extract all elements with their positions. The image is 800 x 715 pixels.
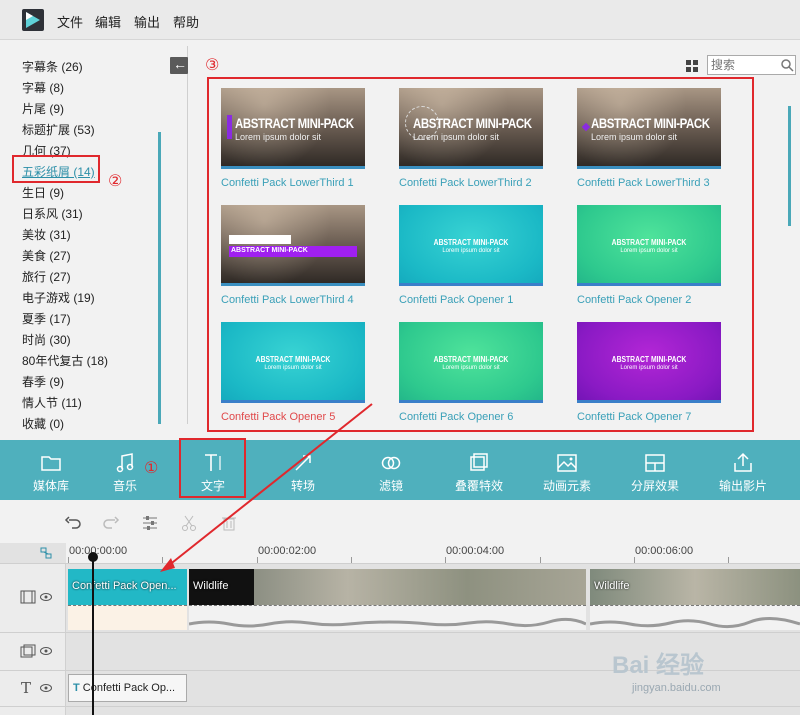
watermark-url: jingyan.baidu.com <box>632 682 721 694</box>
category-item[interactable]: 80年代复古 (18) <box>22 352 108 369</box>
text-track-icon: T <box>21 679 32 697</box>
category-item[interactable]: 字幕 (8) <box>22 79 64 96</box>
playhead-handle[interactable] <box>88 552 98 562</box>
timeline-clip-wildlife[interactable]: Wildlife <box>189 569 586 605</box>
clip-label: Wildlife <box>193 580 229 592</box>
watermark-logo: Bai 经验 <box>612 652 705 679</box>
pip-track-icon <box>20 644 36 658</box>
audio-waveform-2 <box>589 605 800 630</box>
category-item[interactable]: 标题扩展 (53) <box>22 121 95 138</box>
track-headers <box>0 563 66 715</box>
grid-view-icon[interactable] <box>686 60 698 72</box>
timeline-clip-text[interactable]: T Confetti Pack Op... <box>68 674 187 702</box>
edit-toolbar <box>0 505 800 543</box>
toolbar-item[interactable]: 叠覆特效 <box>444 440 514 500</box>
toolbar-item-label: 分屏效果 <box>630 479 679 493</box>
timeline-clip-opener[interactable]: Confetti Pack Open... <box>68 569 187 605</box>
annotation-box-category <box>12 155 100 183</box>
annotation-box-templates <box>207 77 754 432</box>
clip-label: Wildlife <box>594 580 630 592</box>
playhead[interactable] <box>92 553 94 715</box>
category-item[interactable]: 生日 (9) <box>22 184 64 201</box>
music-icon <box>116 453 134 473</box>
timecode-6s: 00:00:06:00 <box>635 545 694 557</box>
toolbar-item[interactable]: 滤镜 <box>356 440 426 500</box>
timeline-clip-wildlife-2[interactable]: Wildlife <box>590 569 800 605</box>
app-logo-icon <box>22 9 44 31</box>
category-item[interactable]: 时尚 (30) <box>22 331 71 348</box>
toolbar-item-label: 媒体库 <box>32 479 69 493</box>
audio-track-empty <box>68 605 187 630</box>
menu-export[interactable]: 输出 <box>134 12 160 31</box>
toolbar-item-label: 叠覆特效 <box>454 479 503 493</box>
category-item[interactable]: 夏季 (17) <box>22 310 71 327</box>
eye-icon[interactable] <box>40 684 52 692</box>
toolbar-item-label: 音乐 <box>112 479 137 493</box>
category-item[interactable]: 情人节 (11) <box>22 394 82 411</box>
menu-edit[interactable]: 编辑 <box>95 12 121 31</box>
image-icon <box>557 454 577 472</box>
undo-icon[interactable] <box>64 514 82 532</box>
transition-icon <box>295 455 311 471</box>
sidebar-scrollbar[interactable] <box>158 132 161 424</box>
category-item[interactable]: 电子游戏 (19) <box>22 289 95 306</box>
category-item[interactable]: 春季 (9) <box>22 373 64 390</box>
arrow-left-icon: ← <box>173 56 187 72</box>
video-track-icon <box>20 590 36 604</box>
collapse-sidebar-button[interactable]: ← <box>170 56 188 74</box>
annotation-marker-3: ③ <box>205 57 220 74</box>
menu-help[interactable]: 帮助 <box>173 12 199 31</box>
toolbar-item-label: 动画元素 <box>542 479 591 493</box>
folder-icon <box>41 456 61 471</box>
text-clip-label: Confetti Pack Op... <box>82 682 176 694</box>
category-item[interactable]: 字幕条 (26) <box>22 58 83 75</box>
annotation-box-text-tool <box>179 438 246 498</box>
toolbar-item[interactable]: 动画元素 <box>532 440 602 500</box>
annotation-marker-2: ② <box>108 173 123 190</box>
function-toolbar: 媒体库 音乐 文字 转场 滤镜 叠覆特效 动画元素 分屏效果 输出影片 <box>0 440 800 500</box>
timecode-0: 00:00:00:00 <box>69 545 128 557</box>
timecode-4s: 00:00:04:00 <box>446 545 505 557</box>
split-screen-icon <box>645 454 665 472</box>
category-item[interactable]: 日系风 (31) <box>22 205 83 222</box>
category-item[interactable]: 片尾 (9) <box>22 100 64 117</box>
filter-icon <box>381 456 401 470</box>
toolbar-item[interactable]: 分屏效果 <box>620 440 690 500</box>
category-item[interactable]: 美食 (27) <box>22 247 71 264</box>
toolbar-item[interactable]: 转场 <box>268 440 338 500</box>
clip-label: T Confetti Pack Op... <box>73 682 176 694</box>
timecode-2s: 00:00:02:00 <box>258 545 317 557</box>
toolbar-item[interactable]: 输出影片 <box>708 440 778 500</box>
adjust-icon[interactable] <box>141 514 159 532</box>
toolbar-item-label: 滤镜 <box>378 479 403 493</box>
menu-file[interactable]: 文件 <box>57 12 83 31</box>
category-item[interactable]: 旅行 (27) <box>22 268 71 285</box>
search-icon[interactable] <box>780 58 794 72</box>
sidebar-divider <box>187 46 188 424</box>
category-item[interactable]: 收藏 (0) <box>22 415 64 432</box>
export-icon <box>734 452 752 472</box>
toolbar-item-label: 输出影片 <box>718 479 767 493</box>
eye-icon[interactable] <box>40 593 52 601</box>
category-item[interactable]: 美妆 (31) <box>22 226 71 243</box>
toolbar-item[interactable]: 媒体库 <box>16 440 86 500</box>
delete-icon[interactable] <box>220 514 238 532</box>
link-icon[interactable] <box>40 547 52 559</box>
audio-waveform <box>188 605 587 630</box>
overlay-icon <box>470 453 488 471</box>
category-sidebar: 字幕条 (26) 字幕 (8) 片尾 (9) 标题扩展 (53) 几何 (37) 五彩纸屑… <box>0 48 160 436</box>
redo-icon[interactable] <box>102 514 120 532</box>
clip-label: Confetti Pack Open... <box>72 580 177 592</box>
cut-icon[interactable] <box>180 514 198 532</box>
toolbar-item-label: 转场 <box>290 479 315 493</box>
content-scrollbar[interactable] <box>788 106 791 226</box>
eye-icon[interactable] <box>40 647 52 655</box>
annotation-marker-1: ① <box>144 460 159 477</box>
